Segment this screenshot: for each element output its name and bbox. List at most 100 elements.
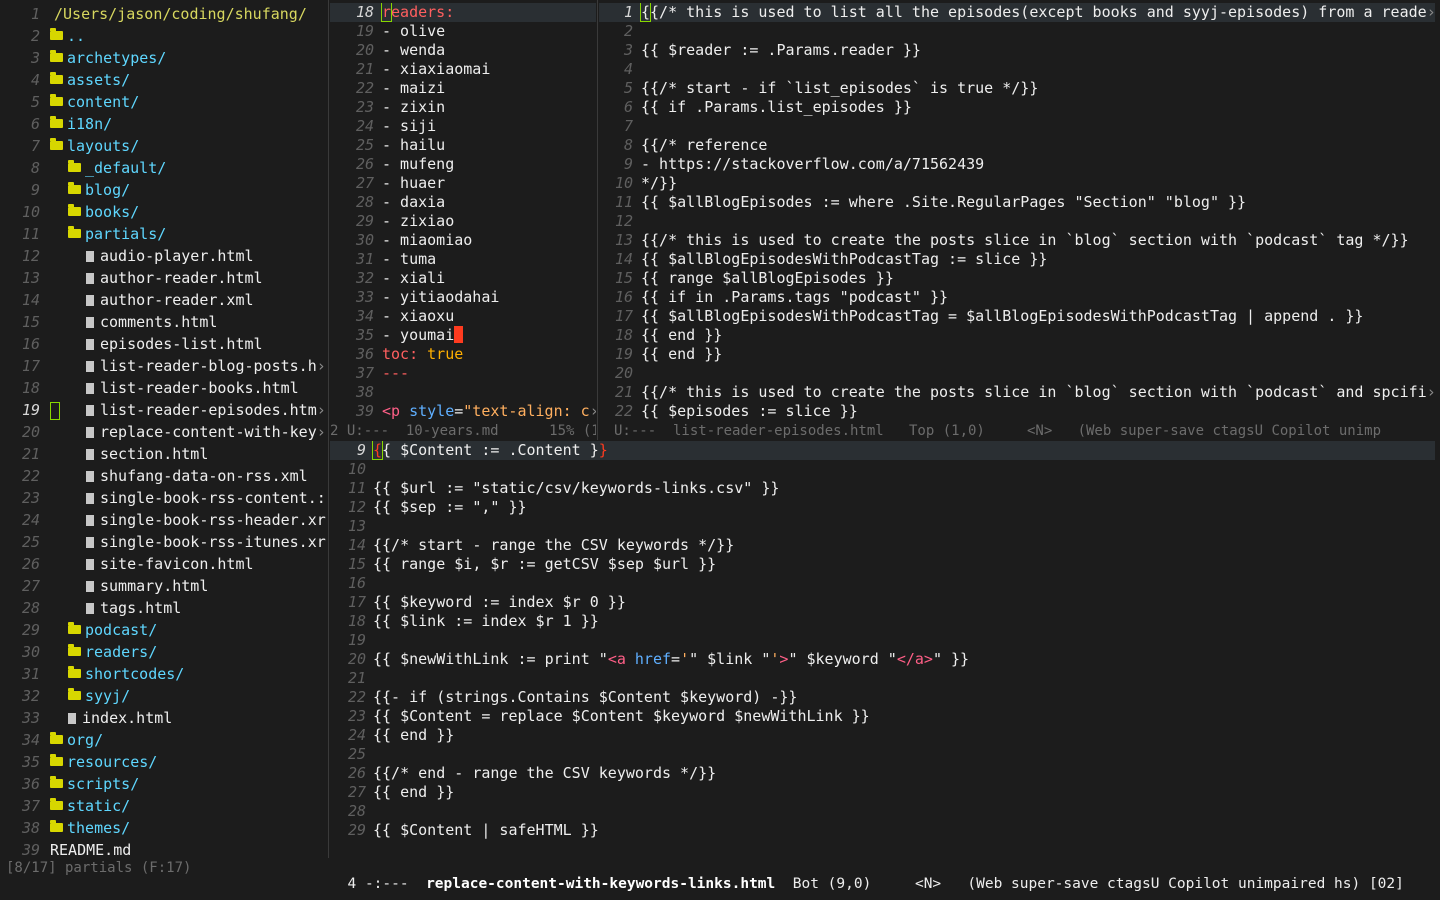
tree-row[interactable]: 16 episodes-list.html — [0, 333, 328, 355]
code-line[interactable]: 11 {{ $allBlogEpisodes := where .Site.Reg… — [599, 193, 1435, 212]
editor-pane-list-reader-episodes[interactable]: 1 {{/* this is used to list all the episo… — [599, 3, 1435, 423]
code-line[interactable]: 6 {{ if .Params.list_episodes }} — [599, 98, 1435, 117]
tree-row[interactable]: 19 list-reader-episodes.htm› — [0, 399, 328, 421]
code-line[interactable]: 25 - hailu — [330, 136, 596, 155]
tree-row[interactable]: 10 books/ — [0, 201, 328, 223]
tree-row[interactable]: 28 tags.html — [0, 597, 328, 619]
code-line[interactable]: 28 — [330, 802, 1435, 821]
code-line[interactable]: 34 - xiaoxu — [330, 307, 596, 326]
code-line[interactable]: 17 {{ $allBlogEpisodesWithPodcastTag = $a… — [599, 307, 1435, 326]
code-line[interactable]: 20 — [599, 364, 1435, 383]
tree-row[interactable]: 13 author-reader.html — [0, 267, 328, 289]
top-pane-divider[interactable] — [597, 0, 598, 440]
tree-row[interactable]: 39 README.md — [0, 839, 328, 858]
file-tree[interactable]: 1/Users/jason/coding/shufang/2.. 3 archety… — [0, 3, 328, 858]
minor-modes[interactable]: (Web super-save ctagsU Copilot unimpaire… — [967, 876, 1404, 892]
tree-row[interactable]: 18 list-reader-books.html — [0, 377, 328, 399]
code-line[interactable]: 2 — [599, 22, 1435, 41]
code-line[interactable]: 23 - zixin — [330, 98, 596, 117]
tree-row[interactable]: 11 partials/ — [0, 223, 328, 245]
code-line[interactable]: 21 {{/* this is used to create the posts … — [599, 383, 1435, 402]
tree-row[interactable]: 6 i18n/ — [0, 113, 328, 135]
code-line[interactable]: 24 - siji — [330, 117, 596, 136]
tree-row[interactable]: 37 static/ — [0, 795, 328, 817]
code-line[interactable]: 1 {{/* this is used to list all the episo… — [599, 3, 1435, 22]
buffer-name[interactable]: replace-content-with-keywords-links.html — [426, 876, 775, 892]
tree-row[interactable]: 20 replace-content-with-key› — [0, 421, 328, 443]
code-line[interactable]: 38 — [330, 383, 596, 402]
tree-row[interactable]: 34 org/ — [0, 729, 328, 751]
code-line[interactable]: 24 {{ end }} — [330, 726, 1435, 745]
code-line[interactable]: 10 */}} — [599, 174, 1435, 193]
code-line[interactable]: 35 - youmai — [330, 326, 596, 345]
code-line[interactable]: 32 - xiali — [330, 269, 596, 288]
tree-row[interactable]: 33 index.html — [0, 707, 328, 729]
tree-row[interactable]: 25single-book-rss-itunes.xr› — [0, 531, 328, 553]
code-line[interactable]: 26 - mufeng — [330, 155, 596, 174]
code-line[interactable]: 14 {{/* start - range the CSV keywords */… — [330, 536, 1435, 555]
code-line[interactable]: 3 {{ $reader := .Params.reader }} — [599, 41, 1435, 60]
code-line[interactable]: 5 {{/* start - if `list_episodes` is true… — [599, 79, 1435, 98]
code-line[interactable]: 10 — [330, 460, 1435, 479]
code-line[interactable]: 9 - https://stackoverflow.com/a/71562439 — [599, 155, 1435, 174]
code-line[interactable]: 21 — [330, 669, 1435, 688]
tree-row[interactable]: 32 syyj/ — [0, 685, 328, 707]
code-line[interactable]: 18 readers: — [330, 3, 596, 22]
tree-row[interactable]: 15 comments.html — [0, 311, 328, 333]
code-line[interactable]: 19 {{ end }} — [599, 345, 1435, 364]
code-line[interactable]: 29 {{ $Content | safeHTML }} — [330, 821, 1435, 840]
code-line[interactable]: 16 — [330, 574, 1435, 593]
code-line[interactable]: 13 {{/* this is used to create the posts … — [599, 231, 1435, 250]
code-line[interactable]: 21 - xiaxiaomai — [330, 60, 596, 79]
tree-row[interactable]: 4 assets/ — [0, 69, 328, 91]
tree-row[interactable]: 14 author-reader.xml — [0, 289, 328, 311]
tree-row[interactable]: 17 list-reader-blog-posts.h› — [0, 355, 328, 377]
tree-row[interactable]: 31 shortcodes/ — [0, 663, 328, 685]
code-line[interactable]: 27 - huaer — [330, 174, 596, 193]
tree-row[interactable]: 21 section.html — [0, 443, 328, 465]
tree-row[interactable]: 2.. — [0, 25, 328, 47]
code-line[interactable]: 22 {{ $episodes := slice }} — [599, 402, 1435, 421]
code-line[interactable]: 19 — [330, 631, 1435, 650]
editor-pane-replace-content[interactable]: 9 {{ $Content := .Content }} 10 11 {{ $url :… — [330, 441, 1435, 856]
code-line[interactable]: 28 - daxia — [330, 193, 596, 212]
code-line[interactable]: 23 {{ $Content = replace $Content $keywor… — [330, 707, 1435, 726]
editor-pane-10-years-md[interactable]: 18 readers: 19 - olive 20 - wenda 21 - xiaxiaom… — [330, 3, 596, 423]
code-line[interactable]: 22 - maizi — [330, 79, 596, 98]
tree-row[interactable]: 27 summary.html — [0, 575, 328, 597]
code-line[interactable]: 9 {{ $Content := .Content }} — [330, 441, 1435, 460]
code-line[interactable]: 25 — [330, 745, 1435, 764]
code-line[interactable]: 31 - tuma — [330, 250, 596, 269]
code-line[interactable]: 36 toc: true — [330, 345, 596, 364]
tree-row[interactable]: 8 _default/ — [0, 157, 328, 179]
tree-divider[interactable] — [328, 0, 329, 858]
code-line[interactable]: 15 {{ range $allBlogEpisodes }} — [599, 269, 1435, 288]
tree-row[interactable]: 38 themes/ — [0, 817, 328, 839]
tree-row[interactable]: 36 scripts/ — [0, 773, 328, 795]
code-line[interactable]: 12 — [599, 212, 1435, 231]
code-line[interactable]: 14 {{ $allBlogEpisodesWithPodcastTag := s… — [599, 250, 1435, 269]
code-line[interactable]: 16 {{ if in .Params.tags "podcast" }} — [599, 288, 1435, 307]
code-line[interactable]: 13 — [330, 517, 1435, 536]
tree-row[interactable]: 9 blog/ — [0, 179, 328, 201]
tree-row[interactable]: 12 audio-player.html — [0, 245, 328, 267]
code-line[interactable]: 12 {{ $sep := "," }} — [330, 498, 1435, 517]
tree-row[interactable]: 3 archetypes/ — [0, 47, 328, 69]
code-line[interactable]: 7 — [599, 117, 1435, 136]
tree-row[interactable]: 22 shufang-data-on-rss.xml — [0, 465, 328, 487]
code-line[interactable]: 37 --- — [330, 364, 596, 383]
code-line[interactable]: 29 - zixiao — [330, 212, 596, 231]
code-line[interactable]: 33 - yitiaodahai — [330, 288, 596, 307]
code-line[interactable]: 22 {{- if (strings.Contains $Content $key… — [330, 688, 1435, 707]
code-line[interactable]: 27 {{ end }} — [330, 783, 1435, 802]
tree-row[interactable]: 35 resources/ — [0, 751, 328, 773]
code-line[interactable]: 30 - miaomiao — [330, 231, 596, 250]
code-line[interactable]: 15 {{ range $i, $r := getCSV $sep $url }} — [330, 555, 1435, 574]
tree-row[interactable]: 1/Users/jason/coding/shufang/ — [0, 3, 328, 25]
tree-row[interactable]: 29 podcast/ — [0, 619, 328, 641]
code-line[interactable]: 11 {{ $url := "static/csv/keywords-links.… — [330, 479, 1435, 498]
tree-row[interactable]: 5 content/ — [0, 91, 328, 113]
code-line[interactable]: 26 {{/* end - range the CSV keywords */}} — [330, 764, 1435, 783]
tree-row[interactable]: 23single-book-rss-content.:› — [0, 487, 328, 509]
code-line[interactable]: 20 {{ $newWithLink := print "<a href='" $… — [330, 650, 1435, 669]
